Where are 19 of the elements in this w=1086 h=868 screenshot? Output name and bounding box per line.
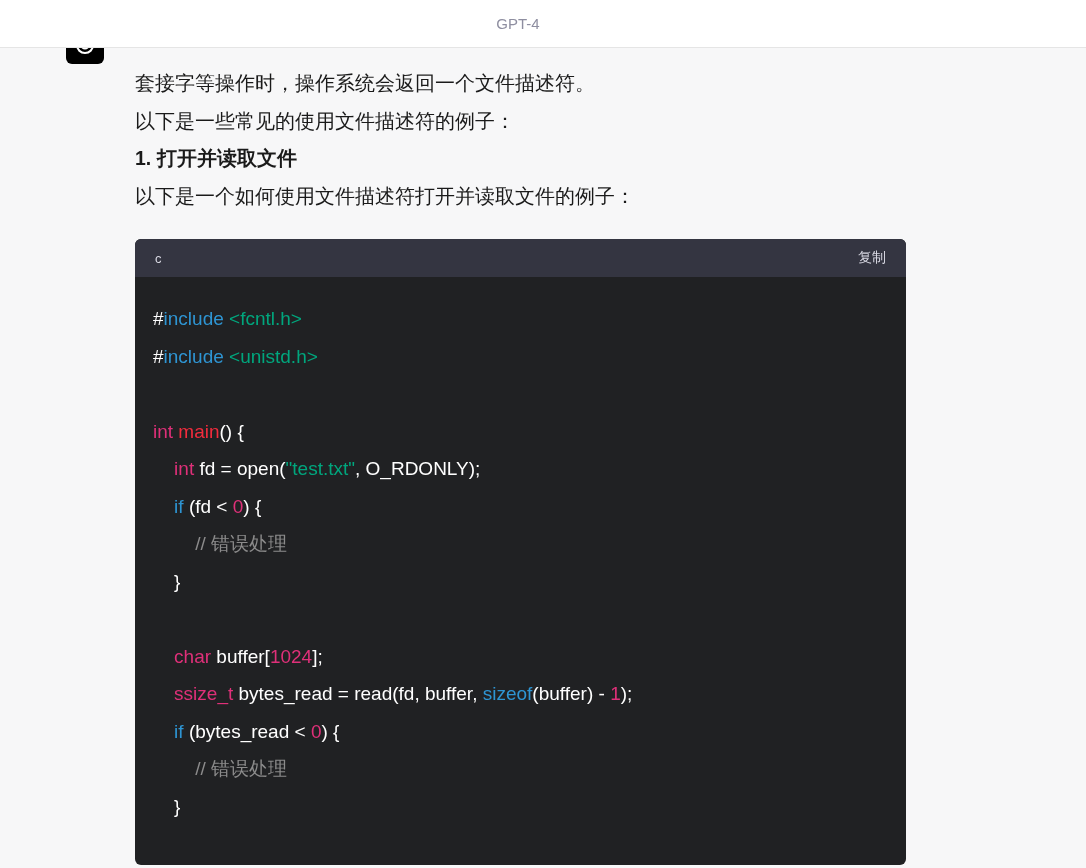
code-line: int main() { <box>153 419 245 444</box>
code-line: if (bytes_read < 0) { <box>173 719 341 745</box>
window-title: GPT-4 <box>496 15 540 32</box>
paragraph: 以下是一些常见的使用文件描述符的例子： <box>135 108 516 134</box>
code-line: #include <fcntl.h> <box>153 307 303 331</box>
code-line: ssize_t bytes_read = read(fd, buffer, sizeof(buffer) - 1); <box>173 682 634 707</box>
code-line: // 错误处理 <box>194 532 289 556</box>
code-line: int fd = open("test.txt", O_RDONLY); <box>173 457 482 482</box>
code-language: c <box>155 250 162 266</box>
paragraph: 套接字等操作时，操作系统会返回一个文件描述符。 <box>135 71 596 96</box>
code-line: if (fd < 0) { <box>173 494 263 519</box>
copy-button[interactable]: 复制 <box>858 249 886 267</box>
code-line: char buffer[1024]; <box>173 644 324 669</box>
section-heading: 1. 打开并读取文件 <box>135 146 298 171</box>
code-line: // 错误处理 <box>194 757 289 781</box>
code-line: } <box>173 794 182 819</box>
code-line: #include <unistd.h> <box>153 344 319 369</box>
code-line: } <box>173 569 182 594</box>
paragraph: 以下是一个如何使用文件描述符打开并读取文件的例子： <box>135 183 636 209</box>
